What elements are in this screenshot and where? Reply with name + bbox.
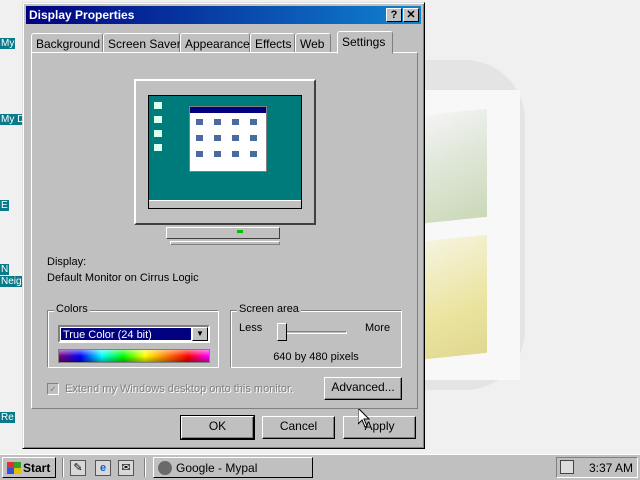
screen-area-group-label: Screen area: [237, 303, 301, 315]
system-tray: 3:37 AM: [556, 457, 638, 478]
monitor-preview: [134, 79, 316, 225]
colors-group-label: Colors: [54, 303, 90, 315]
colors-selected-value: True Color (24 bit): [61, 328, 191, 341]
close-button[interactable]: ✕: [403, 8, 419, 22]
start-label: Start: [23, 461, 51, 475]
tab-web[interactable]: Web: [295, 33, 331, 53]
screen-area-slider-track[interactable]: [277, 331, 347, 334]
preview-folder-icon: [196, 135, 203, 141]
preview-window: [189, 106, 267, 172]
desktop-icon-network-label-1[interactable]: N: [0, 264, 10, 275]
preview-folder-icon: [214, 151, 221, 157]
screen-area-more-label: More: [365, 322, 391, 334]
wallpaper-flag-bottom: [425, 234, 487, 360]
advanced-button[interactable]: Advanced...: [324, 377, 402, 400]
monitor-power-led: [237, 230, 243, 233]
preview-screen: [148, 95, 302, 209]
screen-area-slider-thumb[interactable]: [277, 323, 287, 341]
preview-desktop-icon: [154, 130, 162, 137]
taskbar-separator: [62, 458, 64, 477]
window-title: Display Properties: [29, 8, 135, 22]
chevron-down-icon[interactable]: ▼: [192, 327, 208, 341]
desktop-icon-my-computer-label[interactable]: My: [0, 38, 16, 49]
taskbar-separator: [144, 458, 146, 477]
mouse-cursor-icon: [358, 408, 370, 428]
preview-desktop-icon: [154, 116, 162, 123]
show-desktop-icon[interactable]: ✎: [70, 460, 86, 476]
display-label: Display:: [47, 256, 87, 268]
display-properties-dialog: Display Properties ? ✕ Background Screen…: [22, 2, 425, 449]
preview-taskbar: [149, 200, 301, 208]
preview-folder-icon: [232, 119, 239, 125]
screen-area-less-label: Less: [239, 322, 263, 334]
screen-area-group: Screen area Less More 640 by 480 pixels: [230, 303, 402, 368]
tab-effects[interactable]: Effects: [250, 33, 295, 53]
start-button[interactable]: Start: [2, 457, 56, 478]
display-value: Default Monitor on Cirrus Logic: [47, 272, 199, 284]
taskbar-item-mypal[interactable]: Google - Mypal: [153, 457, 313, 478]
ok-button[interactable]: OK: [180, 415, 255, 440]
extend-desktop-label: Extend my Windows desktop onto this moni…: [65, 383, 294, 395]
wallpaper-flag-top: [425, 108, 487, 224]
preview-desktop-icon: [154, 144, 162, 151]
desktop-icon-recycle-bin-label[interactable]: Re: [0, 412, 15, 423]
preview-folder-icon: [196, 119, 203, 125]
screen-area-value: 640 by 480 pixels: [273, 351, 359, 363]
preview-desktop-icon: [154, 102, 162, 109]
preview-folder-icon: [250, 119, 257, 125]
tab-appearance[interactable]: Appearance: [180, 33, 250, 53]
color-spectrum-preview: [58, 349, 210, 363]
extend-desktop-checkbox[interactable]: ✓: [47, 383, 59, 395]
title-bar[interactable]: Display Properties ? ✕: [26, 6, 421, 24]
colors-group: Colors True Color (24 bit) ▼: [47, 303, 219, 368]
desktop-icon-internet-explorer-label[interactable]: E: [0, 200, 9, 211]
preview-folder-icon: [232, 135, 239, 141]
apply-button[interactable]: Apply: [343, 416, 416, 439]
monitor-stand: [166, 227, 280, 239]
desktop-icon-network-label-2[interactable]: Neig: [0, 276, 23, 287]
preview-folder-icon: [196, 151, 203, 157]
preview-folder-icon: [232, 151, 239, 157]
internet-explorer-icon[interactable]: e: [95, 460, 111, 476]
mypal-browser-icon: [158, 461, 172, 475]
preview-folder-icon: [214, 119, 221, 125]
settings-panel: Display: Default Monitor on Cirrus Logic…: [31, 52, 418, 409]
windows-logo-icon: [7, 462, 21, 474]
tab-background[interactable]: Background: [31, 33, 103, 53]
scheduled-tasks-icon[interactable]: [560, 460, 574, 474]
monitor-base: [170, 241, 280, 245]
tab-settings[interactable]: Settings: [337, 31, 393, 54]
preview-folder-icon: [250, 151, 257, 157]
clock[interactable]: 3:37 AM: [589, 461, 633, 475]
preview-folder-icon: [214, 135, 221, 141]
help-button[interactable]: ?: [386, 8, 402, 22]
tab-screen-saver[interactable]: Screen Saver: [103, 33, 181, 53]
taskbar: Start ✎ e ✉ Google - Mypal 3:37 AM: [0, 454, 640, 480]
outlook-express-icon[interactable]: ✉: [118, 460, 134, 476]
preview-folder-icon: [250, 135, 257, 141]
preview-window-titlebar: [190, 107, 266, 113]
taskbar-item-label: Google - Mypal: [176, 461, 258, 475]
colors-select[interactable]: True Color (24 bit) ▼: [58, 325, 210, 343]
cancel-button[interactable]: Cancel: [262, 416, 335, 439]
